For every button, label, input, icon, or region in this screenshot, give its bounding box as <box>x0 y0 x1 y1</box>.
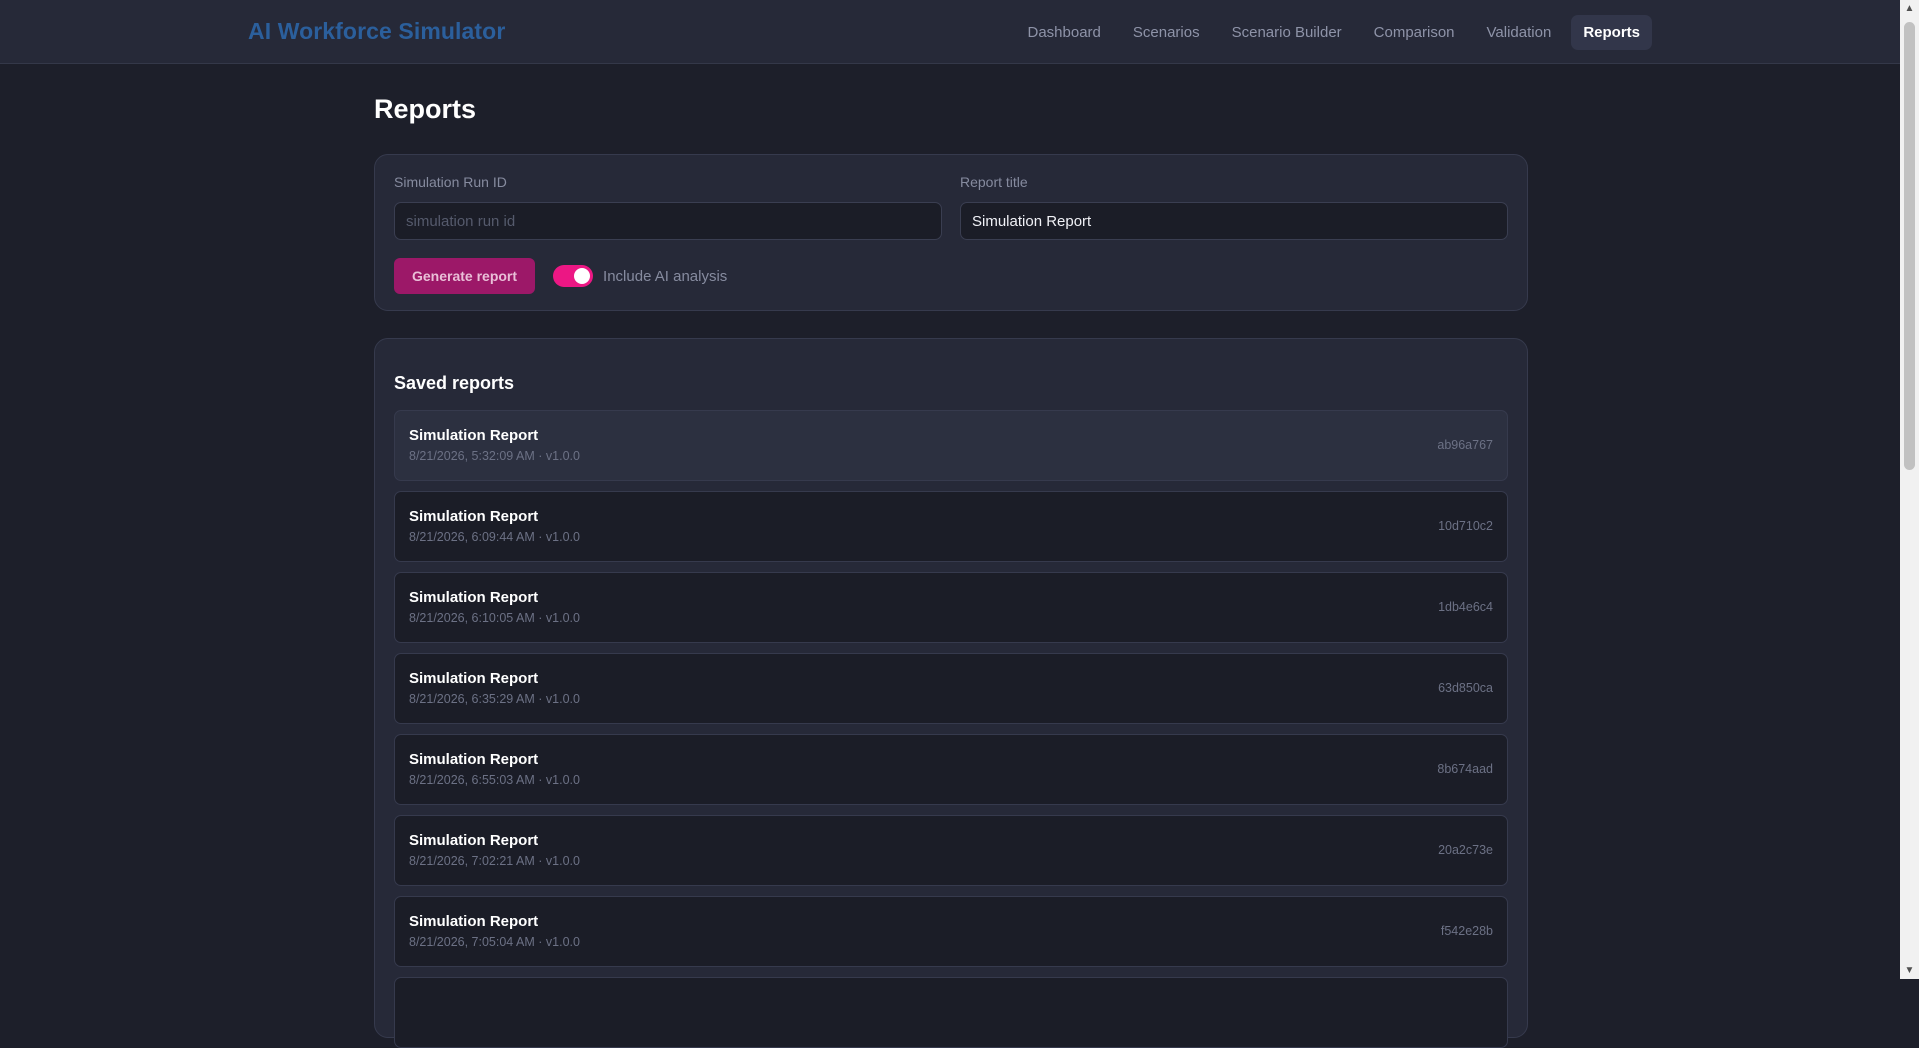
report-list: Simulation Report 8/21/2026, 5:32:09 AM … <box>394 409 1508 1048</box>
report-name: Simulation Report <box>409 427 539 445</box>
main-content: Reports Simulation Run ID Report title G… <box>374 64 1528 1048</box>
report-title-input[interactable] <box>960 202 1508 240</box>
generate-report-card: Simulation Run ID Report title Generate … <box>374 154 1528 311</box>
report-title-field: Report title <box>960 174 1508 240</box>
report-id: 10d710c2 <box>1438 519 1493 534</box>
page-scrollbar[interactable]: ▲ ▼ <box>1900 0 1919 979</box>
report-id: 1db4e6c4 <box>1438 600 1493 615</box>
report-info: Simulation Report 8/21/2026, 5:32:09 AM … <box>409 427 580 463</box>
report-item[interactable]: Simulation Report 8/21/2026, 6:10:05 AM … <box>394 571 1508 643</box>
report-info: Simulation Report 8/21/2026, 6:55:03 AM … <box>409 751 580 787</box>
report-name: Simulation Report <box>409 832 539 850</box>
nav-dashboard[interactable]: Dashboard <box>1016 15 1113 50</box>
report-item[interactable]: Simulation Report 8/21/2026, 7:05:04 AM … <box>394 895 1508 967</box>
report-meta: 8/21/2026, 6:35:29 AM · v1.0.0 <box>409 692 580 707</box>
report-title-label: Report title <box>960 174 1028 190</box>
report-info: Simulation Report 8/21/2026, 7:05:04 AM … <box>409 913 580 949</box>
saved-reports-card: Saved reports Simulation Report 8/21/202… <box>374 338 1528 1048</box>
report-name: Simulation Report <box>409 751 539 769</box>
report-name: Simulation Report <box>409 589 539 607</box>
report-id: 20a2c73e <box>1438 843 1493 858</box>
report-meta: 8/21/2026, 5:32:09 AM · v1.0.0 <box>409 449 580 464</box>
run-id-field: Simulation Run ID <box>394 174 942 240</box>
saved-reports-title: Saved reports <box>394 372 515 393</box>
report-meta: 8/21/2026, 6:09:44 AM · v1.0.0 <box>409 530 580 545</box>
report-meta: 8/21/2026, 7:02:21 AM · v1.0.0 <box>409 854 580 869</box>
report-id: 8b674aad <box>1437 762 1493 777</box>
nav-scenario-builder[interactable]: Scenario Builder <box>1220 15 1354 50</box>
report-info: Simulation Report 8/21/2026, 6:10:05 AM … <box>409 589 580 625</box>
report-id: 63d850ca <box>1438 681 1493 696</box>
toggle-knob <box>574 268 591 284</box>
nav-reports[interactable]: Reports <box>1571 15 1652 50</box>
main-nav: Dashboard Scenarios Scenario Builder Com… <box>1016 15 1652 50</box>
report-item[interactable]: Simulation Report 8/21/2026, 6:09:44 AM … <box>394 490 1508 562</box>
report-name: Simulation Report <box>409 508 539 526</box>
report-item[interactable]: Simulation Report 8/21/2026, 5:32:09 AM … <box>394 409 1508 481</box>
report-id: f542e28b <box>1440 924 1493 939</box>
report-item-partial[interactable] <box>394 976 1508 1048</box>
report-item[interactable]: Simulation Report 8/21/2026, 6:35:29 AM … <box>394 652 1508 724</box>
report-name: Simulation Report <box>409 913 539 931</box>
report-item[interactable]: Simulation Report 8/21/2026, 7:02:21 AM … <box>394 814 1508 886</box>
generate-report-button[interactable]: Generate report <box>394 258 536 294</box>
form-actions: Generate report Include AI analysis <box>394 258 1508 294</box>
scroll-thumb[interactable] <box>1904 22 1915 470</box>
top-nav-bar: AI Workforce Simulator Dashboard Scenari… <box>0 0 1900 64</box>
report-meta: 8/21/2026, 6:10:05 AM · v1.0.0 <box>409 611 580 626</box>
nav-comparison[interactable]: Comparison <box>1362 15 1467 50</box>
form-fields: Simulation Run ID Report title <box>394 174 1508 240</box>
arrow-up-icon[interactable]: ▲ <box>1900 0 1919 17</box>
report-info: Simulation Report 8/21/2026, 7:02:21 AM … <box>409 832 580 868</box>
report-id: ab96a767 <box>1437 438 1493 453</box>
report-name: Simulation Report <box>409 670 539 688</box>
arrow-down-icon[interactable]: ▼ <box>1900 962 1919 979</box>
report-info: Simulation Report 8/21/2026, 6:35:29 AM … <box>409 670 580 706</box>
report-info: Simulation Report 8/21/2026, 6:09:44 AM … <box>409 508 580 544</box>
nav-scenarios[interactable]: Scenarios <box>1121 15 1212 50</box>
nav-validation[interactable]: Validation <box>1475 15 1564 50</box>
run-id-label: Simulation Run ID <box>394 174 507 190</box>
toggle-switch-icon[interactable] <box>553 265 594 287</box>
page-title: Reports <box>374 94 477 124</box>
app-brand[interactable]: AI Workforce Simulator <box>248 18 505 45</box>
report-meta: 8/21/2026, 7:05:04 AM · v1.0.0 <box>409 935 580 950</box>
report-item[interactable]: Simulation Report 8/21/2026, 6:55:03 AM … <box>394 733 1508 805</box>
ai-analysis-label: Include AI analysis <box>603 267 728 285</box>
run-id-input[interactable] <box>394 202 942 240</box>
report-meta: 8/21/2026, 6:55:03 AM · v1.0.0 <box>409 773 580 788</box>
